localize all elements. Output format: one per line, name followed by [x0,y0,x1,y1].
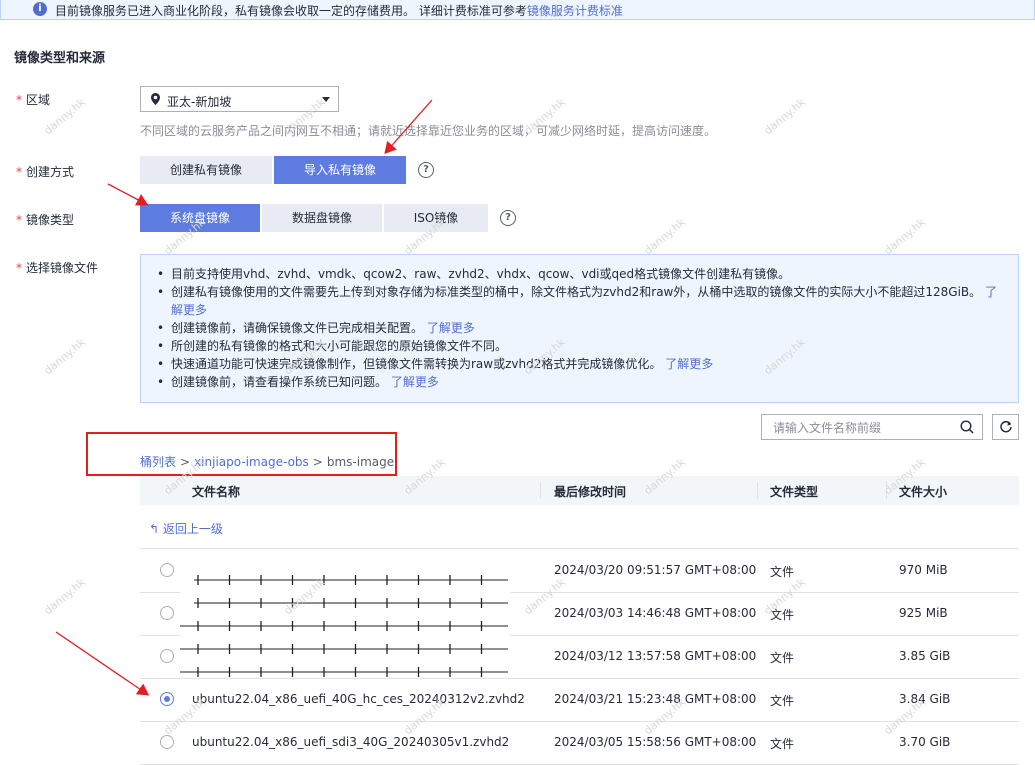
arrow-to-system-disk-option [107,183,149,206]
file-size: 3.84 GiB [899,692,951,706]
notice-item: 创建镜像前，请查看操作系统已知问题。 了解更多 [157,373,1006,391]
file-search-input[interactable] [771,419,955,437]
notice-text: 创建镜像前，请查看操作系统已知问题。 [171,375,388,389]
notice-item: 目前支持使用vhd、zvhd、vmdk、qcow2、raw、zvhd2、vhdx… [157,265,1006,283]
table-row-selected[interactable]: ubuntu22.04_x86_uefi_40G_hc_ces_20240312… [140,678,1019,722]
notice-text: 创建镜像前，请确保镜像文件已完成相关配置。 [171,321,424,335]
location-pin-icon [151,93,160,105]
learn-more-link[interactable]: 了解更多 [391,375,439,389]
notice-text: 创建私有镜像使用的文件需要先上传到对象存储为标准类型的桶中，除文件格式为zvhd… [171,285,982,299]
info-banner: i 目前镜像服务已进入商业化阶段，私有镜像会收取一定的存储费用。 详细计费标准可… [0,0,1035,20]
row-radio-checked[interactable] [160,692,174,706]
system-disk-image-option[interactable]: 系统盘镜像 [140,204,260,232]
learn-more-link[interactable]: 了解更多 [427,321,475,335]
watermark-text: danny.hk [41,575,88,618]
column-divider [757,482,758,499]
file-type: 文件 [770,694,795,708]
select-file-label: * 选择镜像文件 [16,259,98,276]
create-private-image-option[interactable]: 创建私有镜像 [140,156,272,184]
iso-image-option[interactable]: ISO镜像 [384,204,488,232]
region-hint: 不同区域的云服务产品之间内网互不相通；请就近选择靠近您业务的区域，可减少网络时延… [140,124,717,138]
notice-item: 创建私有镜像使用的文件需要先上传到对象存储为标准类型的桶中，除文件格式为zvhd… [157,283,1006,319]
banner-message: 目前镜像服务已进入商业化阶段，私有镜像会收取一定的存储费用。 详细计费标准可参考 [55,4,527,18]
file-size: 970 MiB [899,563,948,577]
notice-text: 快速通道功能可快速完成镜像制作，但镜像文件需转换为raw或zvhd2格式并完成镜… [171,357,662,371]
modified-time: 2024/03/21 15:23:48 GMT+08:00 [554,692,757,706]
notice-item: 快速通道功能可快速完成镜像制作，但镜像文件需转换为raw或zvhd2格式并完成镜… [157,355,1006,373]
return-arrow-icon: ↰ [149,522,160,536]
required-mark: * [16,213,22,227]
header-file-type: 文件类型 [770,485,819,499]
row-radio[interactable] [160,563,174,577]
billing-link[interactable]: 镜像服务计费标准 [527,4,623,18]
annotation-highlight-box [86,432,397,476]
region-label: * 区域 [16,91,50,108]
notice-item: 创建镜像前，请确保镜像文件已完成相关配置。 了解更多 [157,319,1006,337]
back-label: 返回上一级 [162,522,223,536]
select-file-label-text: 选择镜像文件 [26,261,99,275]
watermark-text: danny.hk [881,215,928,258]
learn-more-link[interactable]: 了解更多 [665,357,713,371]
file-size: 925 MiB [899,606,948,620]
notice-item: 所创建的私有镜像的格式和大小可能跟您的原始镜像文件不同。 [157,337,1006,355]
region-label-text: 区域 [26,93,51,107]
refresh-button[interactable] [992,414,1019,440]
notice-box: 目前支持使用vhd、zvhd、vmdk、qcow2、raw、zvhd2、vhdx… [140,254,1019,403]
arrow-to-selected-row [55,631,150,696]
required-mark: * [16,261,22,275]
column-divider [540,482,541,499]
region-value: 亚太-新加坡 [167,95,232,109]
file-type: 文件 [770,565,795,579]
file-type: 文件 [770,737,795,751]
banner-text: 目前镜像服务已进入商业化阶段，私有镜像会收取一定的存储费用。 详细计费标准可参考… [55,2,623,19]
header-file-name: 文件名称 [192,485,241,499]
import-private-image-option[interactable]: 导入私有镜像 [274,156,406,184]
file-size: 3.85 GiB [899,649,951,663]
file-size: 3.70 GiB [899,735,951,749]
file-type: 文件 [770,608,795,622]
refresh-icon [1000,420,1012,433]
header-file-size: 文件大小 [899,485,948,499]
region-select[interactable]: 亚太-新加坡 [140,86,339,112]
file-name: ubuntu22.04_x86_uefi_sdi3_40G_20240305v1… [192,735,510,749]
notice-list: 目前支持使用vhd、zvhd、vmdk、qcow2、raw、zvhd2、vhdx… [157,265,1006,391]
watermark-text: danny.hk [761,95,808,138]
help-icon[interactable]: ? [500,210,516,226]
image-type-label-text: 镜像类型 [26,213,75,227]
data-disk-image-option[interactable]: 数据盘镜像 [262,204,382,232]
table-row[interactable]: ubuntu22.04_x86_uefi_sdi3_40G_20240305v1… [140,721,1019,765]
column-divider [886,482,887,499]
modified-time: 2024/03/12 13:57:58 GMT+08:00 [554,649,757,663]
image-type-label: * 镜像类型 [16,211,74,228]
watermark-text: danny.hk [41,335,88,378]
file-type: 文件 [770,651,795,665]
modified-time: 2024/03/03 14:46:48 GMT+08:00 [554,606,757,620]
file-table-header: 文件名称 最后修改时间 文件类型 文件大小 [140,476,1019,505]
row-radio[interactable] [160,649,174,663]
notice-text: 所创建的私有镜像的格式和大小可能跟您的原始镜像文件不同。 [171,339,508,353]
info-icon: i [33,2,47,16]
back-link[interactable]: ↰ 返回上一级 [149,520,223,537]
row-radio[interactable] [160,735,174,749]
required-mark: * [16,93,22,107]
modified-time: 2024/03/05 15:58:56 GMT+08:00 [554,735,757,749]
section-title: 镜像类型和来源 [14,51,106,66]
caret-down-icon [322,97,330,102]
help-icon[interactable]: ? [418,162,434,178]
search-icon[interactable] [960,420,974,434]
watermark-text: danny.hk [641,215,688,258]
file-name: ubuntu22.04_x86_uefi_40G_hc_ces_20240312… [192,692,525,706]
back-row: ↰ 返回上一级 [140,505,1019,549]
required-mark: * [16,165,22,179]
row-radio[interactable] [160,606,174,620]
notice-text: 目前支持使用vhd、zvhd、vmdk、qcow2、raw、zvhd2、vhdx… [171,267,791,281]
redaction-mask [180,556,510,678]
header-modified-time: 最后修改时间 [554,485,627,499]
create-method-label-text: 创建方式 [26,165,75,179]
modified-time: 2024/03/20 09:51:57 GMT+08:00 [554,563,757,577]
create-method-label: * 创建方式 [16,163,74,180]
file-search-box [761,414,983,440]
